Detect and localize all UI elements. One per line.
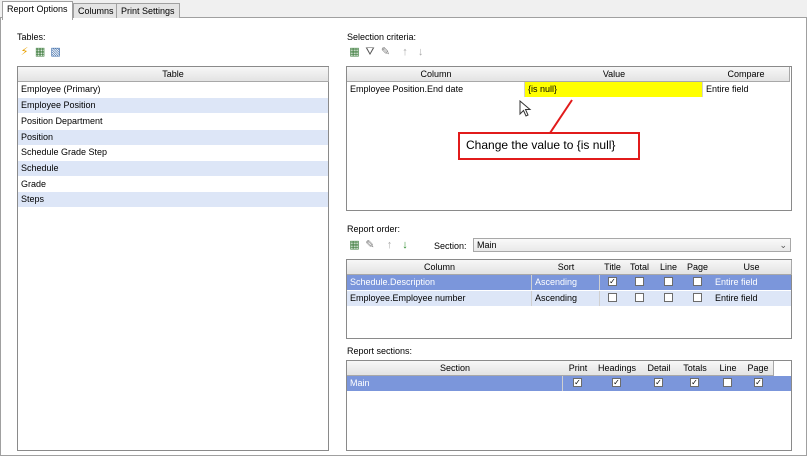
sections-header-headings: Headings <box>593 361 642 376</box>
table-row[interactable]: Schedule Grade Step <box>18 145 328 160</box>
order-page-checkbox[interactable] <box>693 277 702 286</box>
selection-column-cell[interactable]: Employee Position.End date <box>347 82 525 97</box>
tables-grid: Table Employee (Primary) Employee Positi… <box>17 66 329 451</box>
order-total-checkbox[interactable] <box>635 277 644 286</box>
selection-criteria-label: Selection criteria: <box>347 32 417 42</box>
order-use-cell[interactable]: Entire field <box>712 291 791 306</box>
order-move-up-icon[interactable]: ↑ <box>383 239 396 252</box>
tab-bar: Report Options Columns Print Settings <box>0 0 807 20</box>
order-page-checkbox[interactable] <box>693 293 702 302</box>
tables-toolbar: ⚡ ▦ ▧ <box>18 46 78 60</box>
sections-header-line: Line <box>713 361 744 376</box>
lightning-icon[interactable]: ⚡ <box>18 46 31 59</box>
add-criteria-icon[interactable]: ▦ <box>348 46 361 59</box>
add-table-icon[interactable]: ▦ <box>34 46 47 59</box>
report-sections-grid: Section Print Headings Detail Totals Lin… <box>346 360 792 451</box>
selection-header-value: Value <box>525 67 704 82</box>
tables-label: Tables: <box>17 32 46 42</box>
section-select[interactable]: Main ⌄ <box>473 238 791 252</box>
tab-report-options[interactable]: Report Options <box>2 1 73 20</box>
order-header-title: Title <box>600 260 626 275</box>
order-header-column: Column <box>347 260 533 275</box>
tab-columns[interactable]: Columns <box>73 3 119 19</box>
report-order-label: Report order: <box>347 224 401 234</box>
tables-header: Table <box>18 67 329 82</box>
sections-header-detail: Detail <box>641 361 678 376</box>
move-up-icon[interactable]: ↑ <box>399 46 412 59</box>
instruction-callout: Change the value to {is null} <box>458 132 640 160</box>
table-row[interactable]: Employee Position <box>18 98 328 113</box>
section-label: Section: <box>434 241 467 251</box>
selection-header-compare: Compare <box>703 67 790 82</box>
report-sections-label: Report sections: <box>347 346 413 356</box>
chevron-down-icon[interactable]: ⌄ <box>779 239 787 251</box>
report-order-grid: Column Sort Title Total Line Page Use Sc… <box>346 259 792 339</box>
order-sort-cell[interactable]: Ascending <box>532 291 600 306</box>
section-row[interactable]: Main ✓ ✓ ✓ ✓ ✓ <box>347 376 791 391</box>
selection-compare-cell[interactable]: Entire field <box>703 82 789 97</box>
callout-arrow-icon <box>549 99 573 134</box>
order-line-checkbox[interactable] <box>664 293 673 302</box>
section-detail-checkbox[interactable]: ✓ <box>654 378 663 387</box>
tab-print-settings[interactable]: Print Settings <box>116 3 180 19</box>
order-use-cell[interactable]: Entire field <box>712 275 791 290</box>
move-down-icon[interactable]: ↓ <box>414 46 427 59</box>
report-order-toolbar: ▦ ✎ ↑ ↓ <box>348 239 428 253</box>
order-row[interactable]: Employee.Employee number Ascending Entir… <box>347 291 791 306</box>
order-title-checkbox[interactable]: ✓ <box>608 277 617 286</box>
table-row[interactable]: Steps <box>18 192 328 207</box>
section-line-checkbox[interactable] <box>723 378 732 387</box>
order-header-sort: Sort <box>532 260 601 275</box>
order-tools-icon[interactable]: ✎ <box>364 239 377 252</box>
sections-header-print: Print <box>563 361 594 376</box>
edit-table-icon[interactable]: ▧ <box>49 46 62 59</box>
table-row[interactable]: Position <box>18 130 328 145</box>
selection-toolbar: ▦ ⛛ ✎ ↑ ↓ <box>348 46 448 60</box>
section-page-checkbox[interactable]: ✓ <box>754 378 763 387</box>
order-move-down-icon[interactable]: ↓ <box>399 239 412 252</box>
table-row[interactable]: Schedule <box>18 161 328 176</box>
order-header-page: Page <box>683 260 713 275</box>
order-line-checkbox[interactable] <box>664 277 673 286</box>
filter-icon[interactable]: ⛛ <box>364 46 377 59</box>
order-header-line: Line <box>654 260 684 275</box>
order-total-checkbox[interactable] <box>635 293 644 302</box>
sections-header-page: Page <box>743 361 774 376</box>
table-row[interactable]: Grade <box>18 177 328 192</box>
order-column-cell[interactable]: Employee.Employee number <box>347 291 532 306</box>
section-totals-checkbox[interactable]: ✓ <box>690 378 699 387</box>
table-row[interactable]: Employee (Primary) <box>18 82 328 97</box>
add-order-icon[interactable]: ▦ <box>348 239 361 252</box>
section-name-cell[interactable]: Main <box>347 376 563 391</box>
order-sort-cell[interactable]: Ascending <box>532 275 600 290</box>
order-column-cell[interactable]: Schedule.Description <box>347 275 532 290</box>
order-header-use: Use <box>712 260 792 275</box>
sections-header-totals: Totals <box>677 361 714 376</box>
mouse-cursor-icon <box>519 100 532 117</box>
tools-icon[interactable]: ✎ <box>379 46 392 59</box>
selection-header-column: Column <box>347 67 526 82</box>
order-row[interactable]: Schedule.Description Ascending ✓ Entire … <box>347 275 791 290</box>
order-header-total: Total <box>625 260 655 275</box>
section-print-checkbox[interactable]: ✓ <box>573 378 582 387</box>
section-headings-checkbox[interactable]: ✓ <box>612 378 621 387</box>
section-select-value: Main <box>477 240 497 250</box>
sections-header-section: Section <box>347 361 564 376</box>
table-row[interactable]: Position Department <box>18 114 328 129</box>
selection-row[interactable]: Employee Position.End date {is null} Ent… <box>347 82 791 97</box>
order-title-checkbox[interactable] <box>608 293 617 302</box>
selection-value-cell[interactable]: {is null} <box>525 82 703 97</box>
